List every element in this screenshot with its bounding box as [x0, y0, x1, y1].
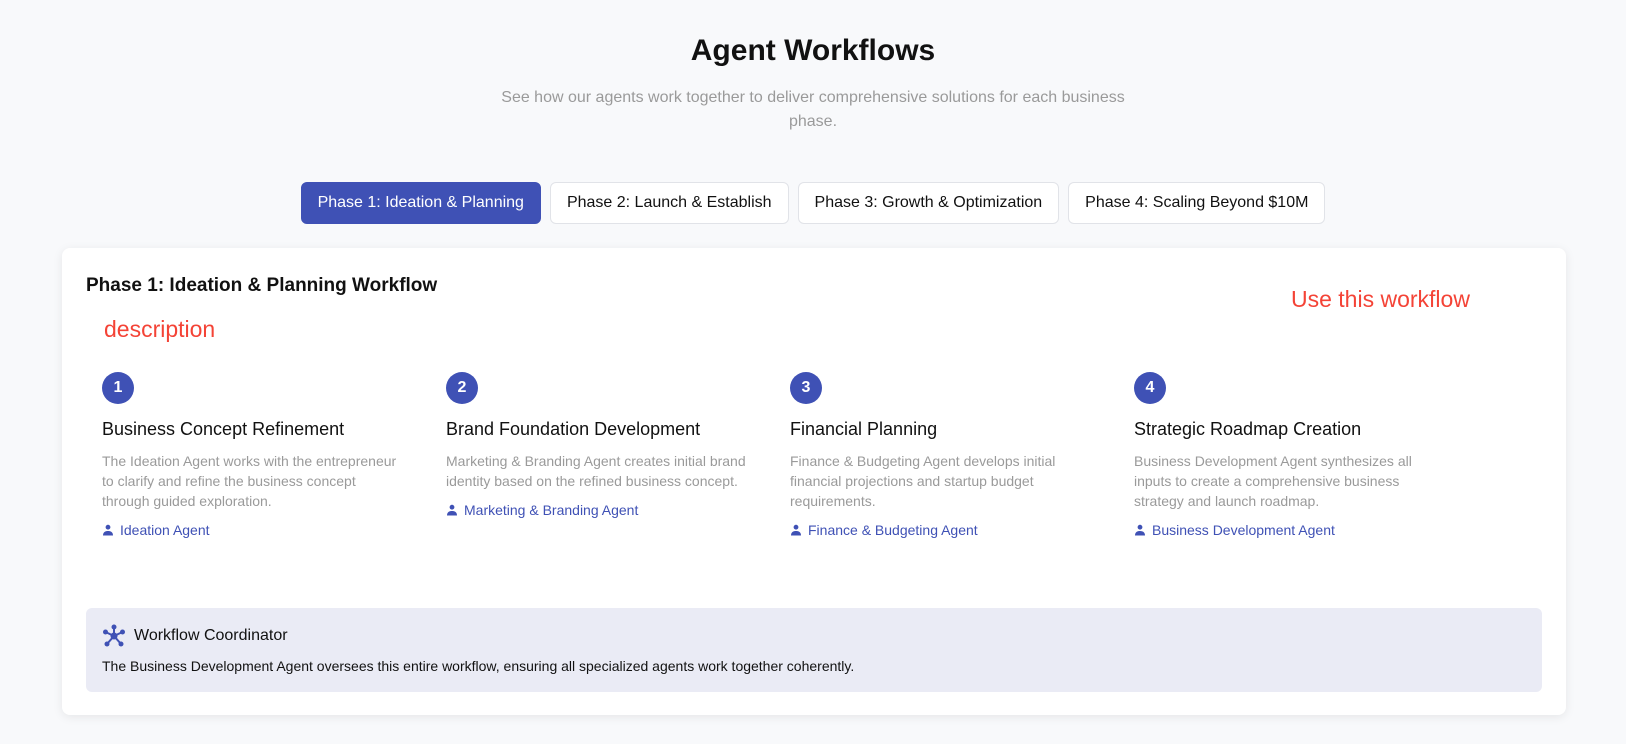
step-number-badge: 1: [102, 372, 134, 404]
tab-phase-3[interactable]: Phase 3: Growth & Optimization: [797, 182, 1060, 224]
workflow-coordinator-panel: Workflow Coordinator The Business Develo…: [86, 608, 1542, 692]
tab-phase-4[interactable]: Phase 4: Scaling Beyond $10M: [1068, 182, 1326, 224]
tab-phase-2[interactable]: Phase 2: Launch & Establish: [549, 182, 789, 224]
step-description: Finance & Budgeting Agent develops initi…: [790, 453, 1056, 509]
step-agent-link[interactable]: Finance & Budgeting Agent: [790, 522, 1090, 538]
coordinator-text: The Business Development Agent oversees …: [102, 658, 855, 674]
step-agent-name: Finance & Budgeting Agent: [808, 522, 978, 538]
hub-icon: [103, 624, 125, 647]
step-number-badge: 2: [446, 372, 478, 404]
step-agent-link[interactable]: Marketing & Branding Agent: [446, 502, 746, 518]
step-description: Marketing & Branding Agent creates initi…: [446, 453, 746, 489]
coordinator-title: Workflow Coordinator: [134, 627, 288, 644]
workflow-card: Phase 1: Ideation & Planning Workflow Us…: [62, 248, 1566, 715]
workflow-step: 2 Brand Foundation Development Marketing…: [446, 372, 746, 518]
step-agent-name: Ideation Agent: [120, 522, 210, 538]
step-description: The Ideation Agent works with the entrep…: [102, 453, 397, 509]
step-description: Business Development Agent synthesizes a…: [1134, 453, 1412, 509]
page-title: Agent Workflows: [690, 34, 936, 67]
step-agent-name: Marketing & Branding Agent: [464, 502, 639, 518]
workflow-step: 4 Strategic Roadmap Creation Business De…: [1134, 372, 1434, 538]
workflow-steps: 1 Business Concept Refinement The Ideati…: [102, 372, 1502, 552]
person-icon: [1135, 524, 1145, 536]
step-agent-link[interactable]: Business Development Agent: [1134, 522, 1434, 538]
coordinator-header: Workflow Coordinator: [102, 624, 288, 648]
step-title: Strategic Roadmap Creation: [1134, 419, 1362, 439]
step-title: Financial Planning: [790, 419, 938, 439]
step-number-badge: 3: [790, 372, 822, 404]
step-agent-link[interactable]: Ideation Agent: [102, 522, 402, 538]
page: Agent Workflows See how our agents work …: [0, 0, 1626, 744]
person-icon: [791, 524, 801, 536]
step-title: Brand Foundation Development: [446, 419, 701, 439]
tab-phase-1[interactable]: Phase 1: Ideation & Planning: [300, 182, 541, 224]
person-icon: [103, 524, 113, 536]
workflow-step: 3 Financial Planning Finance & Budgeting…: [790, 372, 1090, 538]
step-title: Business Concept Refinement: [102, 419, 345, 439]
phase-tabs: Phase 1: Ideation & Planning Phase 2: La…: [0, 182, 1626, 224]
step-agent-name: Business Development Agent: [1152, 522, 1335, 538]
workflow-title: Phase 1: Ideation & Planning Workflow: [86, 275, 438, 296]
workflow-description: description: [104, 316, 216, 342]
person-icon: [447, 504, 457, 516]
step-number-badge: 4: [1134, 372, 1166, 404]
workflow-step: 1 Business Concept Refinement The Ideati…: [102, 372, 402, 538]
use-workflow-button[interactable]: Use this workflow: [1291, 286, 1470, 313]
page-subtitle: See how our agents work together to deli…: [501, 89, 1125, 130]
